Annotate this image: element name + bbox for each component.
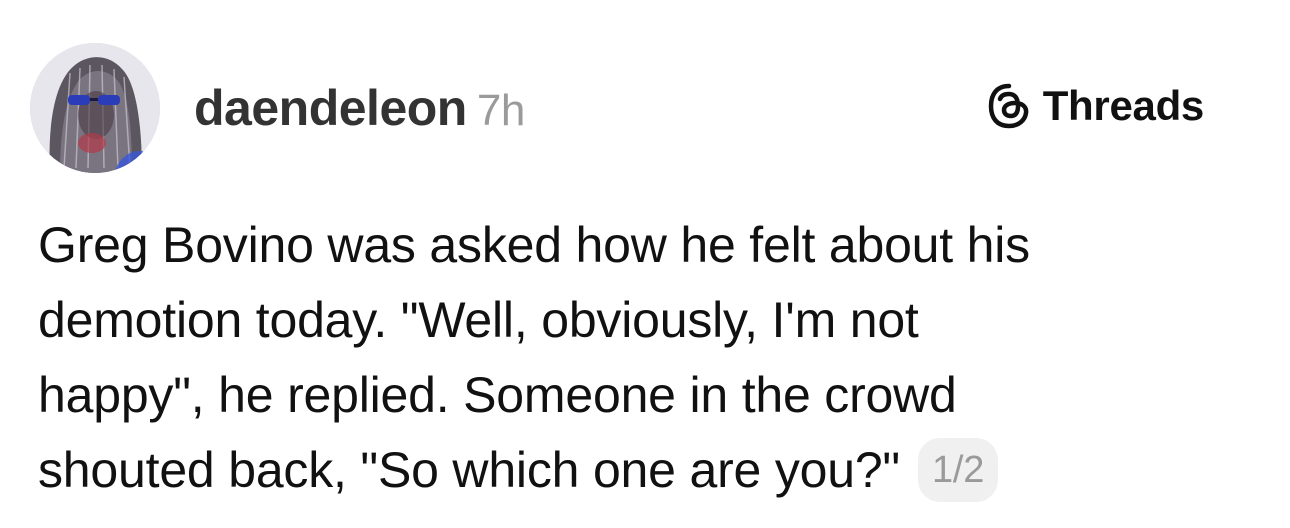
post-text: Greg Bovino was asked how he felt about …: [38, 208, 1238, 508]
avatar[interactable]: [30, 43, 160, 173]
timestamp: 7h: [476, 86, 525, 135]
threads-badge[interactable]: Threads: [987, 82, 1204, 130]
threads-label: Threads: [1042, 82, 1205, 129]
post-text-line: Greg Bovino was asked how he felt about …: [38, 217, 1030, 273]
post-text-line-last: shouted back, "So which one are you?" 1/2: [38, 433, 1238, 508]
post-text-line: shouted back, "So which one are you?": [38, 442, 900, 498]
post-text-line: demotion today. "Well, obviously, I'm no…: [38, 292, 919, 348]
author-line: daendeleon 7h: [194, 80, 525, 139]
username[interactable]: daendeleon: [194, 80, 467, 136]
avatar-image: [30, 43, 160, 173]
page-indicator[interactable]: 1/2: [918, 437, 999, 502]
post-header: daendeleon 7h Threads: [0, 0, 1290, 190]
post-text-line: happy", he replied. Someone in the crowd: [38, 367, 957, 423]
threads-logo-icon: [988, 83, 1029, 129]
